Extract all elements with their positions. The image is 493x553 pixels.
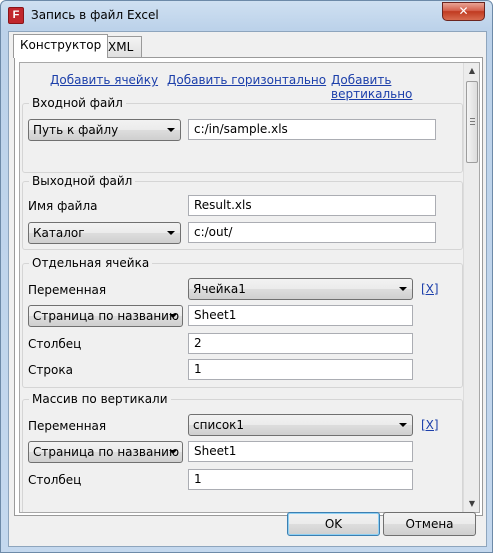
- dialog-window: F Запись в файл Excel ✕ Конструктор XML …: [0, 0, 493, 553]
- cell-column-field[interactable]: 2: [188, 333, 413, 354]
- cancel-button[interactable]: Отмена: [383, 512, 476, 536]
- array-sheet-mode-dropdown[interactable]: Страница по названию: [28, 441, 183, 463]
- grip-line: [470, 124, 475, 125]
- cell-sheet-mode-dropdown[interactable]: Страница по названию: [28, 305, 183, 327]
- folder-mode-value: Каталог: [33, 226, 85, 240]
- cell-row-label: Строка: [28, 363, 73, 377]
- file-name-field[interactable]: Result.xls: [188, 195, 436, 216]
- scroll-down-icon[interactable]: ▼: [464, 496, 479, 512]
- scroll-area[interactable]: Добавить ячейку Добавить горизонтально Д…: [19, 62, 480, 513]
- chevron-down-icon: [169, 314, 177, 318]
- input-path-field[interactable]: c:/in/sample.xls: [188, 119, 436, 140]
- cell-row-field[interactable]: 1: [188, 359, 413, 380]
- input-mode-value: Путь к файлу: [33, 123, 119, 137]
- window-title: Запись в файл Excel: [31, 8, 159, 22]
- add-vertical-link[interactable]: Добавить вертикально: [331, 73, 464, 101]
- remove-array-link[interactable]: [X]: [421, 418, 439, 432]
- cell-variable-label: Переменная: [28, 283, 107, 297]
- output-file-group-title: Выходной файл: [29, 174, 136, 188]
- scrollbar-thumb[interactable]: [466, 81, 478, 163]
- cell-variable-value: Ячейка1: [193, 282, 246, 296]
- single-cell-group-title: Отдельная ячейка: [29, 256, 153, 270]
- cell-variable-dropdown[interactable]: Ячейка1: [188, 278, 413, 300]
- scroll-content: Добавить ячейку Добавить горизонтально Д…: [20, 63, 464, 512]
- input-file-group-title: Входной файл: [29, 96, 126, 110]
- chevron-down-icon: [167, 128, 175, 132]
- vertical-array-group: Массив по вертикали Переменная список1 […: [22, 392, 463, 512]
- array-sheet-mode-value: Страница по названию: [33, 445, 180, 459]
- folder-path-field[interactable]: c:/out/: [188, 222, 436, 243]
- cell-column-label: Столбец: [28, 337, 82, 351]
- add-horizontal-link[interactable]: Добавить горизонтально: [167, 73, 326, 87]
- dialog-client-area: Конструктор XML Добавить ячейку Добавить…: [8, 31, 487, 547]
- vertical-array-group-title: Массив по вертикали: [29, 392, 171, 406]
- ok-button[interactable]: OK: [287, 512, 380, 536]
- remove-cell-link[interactable]: [X]: [421, 282, 439, 296]
- grip-line: [470, 121, 475, 122]
- app-icon: F: [8, 7, 24, 24]
- array-variable-value: список1: [193, 418, 245, 432]
- array-variable-dropdown[interactable]: список1: [188, 414, 413, 436]
- grip-line: [470, 118, 475, 119]
- add-cell-link[interactable]: Добавить ячейку: [50, 73, 158, 87]
- tab-constructor[interactable]: Конструктор: [13, 34, 109, 58]
- file-name-label: Имя файла: [28, 199, 98, 213]
- chevron-down-icon: [399, 423, 407, 427]
- array-variable-label: Переменная: [28, 419, 107, 433]
- cell-sheet-field[interactable]: Sheet1: [188, 305, 413, 326]
- single-cell-group: Отдельная ячейка Переменная Ячейка1 [X] …: [22, 256, 463, 388]
- close-icon: ✕: [458, 4, 469, 18]
- array-sheet-field[interactable]: Sheet1: [188, 441, 413, 462]
- output-file-group: Выходной файл Имя файла Result.xls Катал…: [22, 174, 463, 250]
- chevron-down-icon: [399, 287, 407, 291]
- input-mode-dropdown[interactable]: Путь к файлу: [28, 119, 181, 141]
- folder-mode-dropdown[interactable]: Каталог: [28, 222, 181, 244]
- input-file-group: Входной файл Путь к файлу c:/in/sample.x…: [22, 96, 463, 173]
- close-button[interactable]: ✕: [442, 2, 485, 21]
- array-column-field[interactable]: 1: [188, 469, 413, 490]
- title-bar[interactable]: F Запись в файл Excel ✕: [1, 1, 492, 31]
- scroll-up-icon[interactable]: ▲: [464, 63, 479, 79]
- tab-panel-constructor: Добавить ячейку Добавить горизонтально Д…: [14, 57, 483, 516]
- cell-sheet-mode-value: Страница по названию: [33, 309, 180, 323]
- chevron-down-icon: [169, 450, 177, 454]
- array-column-label: Столбец: [28, 473, 82, 487]
- vertical-scrollbar[interactable]: ▲ ▼: [463, 63, 479, 512]
- chevron-down-icon: [167, 231, 175, 235]
